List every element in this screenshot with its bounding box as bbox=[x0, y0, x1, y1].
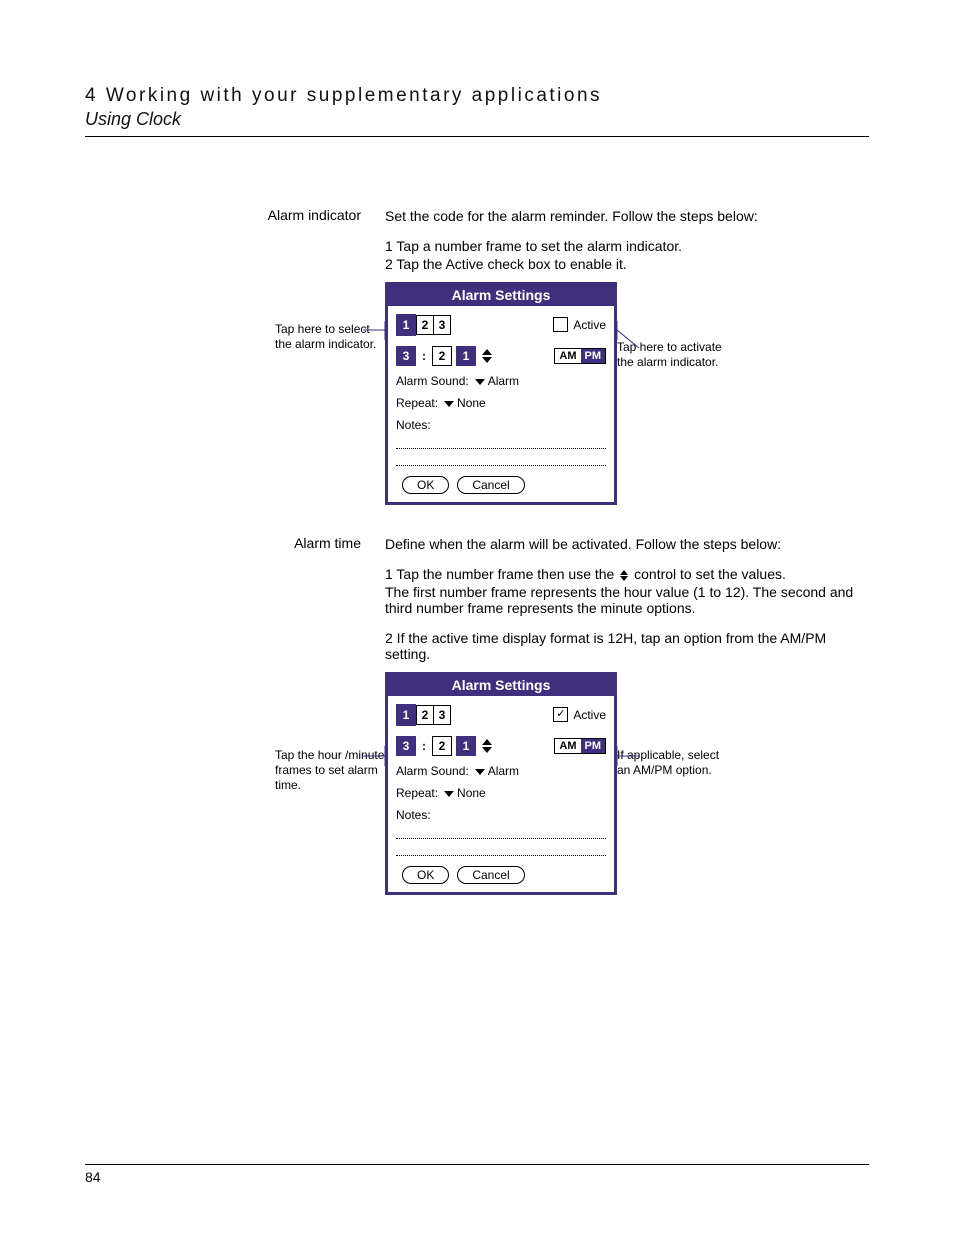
sound-label: Alarm Sound: bbox=[396, 374, 469, 388]
am-option[interactable]: AM bbox=[555, 739, 580, 753]
active-checkbox[interactable]: ✓ bbox=[553, 707, 568, 722]
am-option[interactable]: AM bbox=[555, 349, 580, 363]
indicator-3[interactable]: 3 bbox=[433, 315, 451, 335]
time-colon: : bbox=[420, 739, 428, 753]
ampm-toggle[interactable]: AM PM bbox=[554, 348, 606, 364]
chevron-down-icon bbox=[482, 357, 492, 363]
time-spinner[interactable] bbox=[482, 349, 492, 363]
term-alarm-indicator: Alarm indicator bbox=[85, 207, 385, 223]
repeat-dropdown[interactable]: None bbox=[444, 786, 486, 800]
notes-line[interactable] bbox=[396, 828, 606, 839]
minute-box-2[interactable]: 1 bbox=[456, 346, 476, 366]
alarm-settings-panel: Alarm Settings 1 2 3 ✓ Active 3 : bbox=[385, 672, 617, 895]
chevron-down-icon bbox=[444, 791, 454, 797]
step-text: 1 Tap the number frame then use the cont… bbox=[385, 566, 869, 582]
sound-dropdown[interactable]: Alarm bbox=[475, 374, 519, 388]
ampm-toggle[interactable]: AM PM bbox=[554, 738, 606, 754]
desc-alarm-time: Define when the alarm will be activated.… bbox=[385, 535, 869, 554]
desc-alarm-indicator: Set the code for the alarm reminder. Fol… bbox=[385, 207, 869, 226]
pm-option[interactable]: PM bbox=[581, 349, 606, 363]
repeat-value: None bbox=[457, 396, 486, 410]
active-label: Active bbox=[573, 318, 606, 332]
ok-button[interactable]: OK bbox=[402, 866, 449, 884]
indicator-2[interactable]: 2 bbox=[416, 315, 434, 335]
notes-line[interactable] bbox=[396, 438, 606, 449]
indicator-1[interactable]: 1 bbox=[396, 704, 416, 726]
step-text: 2 If the active time display format is 1… bbox=[385, 630, 869, 662]
step-text: The first number frame represents the ho… bbox=[385, 584, 869, 616]
chevron-down-icon bbox=[475, 379, 485, 385]
notes-label: Notes: bbox=[396, 418, 431, 432]
minute-box-2[interactable]: 1 bbox=[456, 736, 476, 756]
page-header: 4 Working with your supplementary applic… bbox=[85, 85, 869, 137]
pm-option[interactable]: PM bbox=[581, 739, 606, 753]
hour-box[interactable]: 3 bbox=[396, 736, 416, 756]
chevron-up-icon bbox=[482, 349, 492, 355]
step-text-a: 1 Tap the number frame then use the bbox=[385, 566, 618, 582]
indicator-1[interactable]: 1 bbox=[396, 314, 416, 336]
cancel-button[interactable]: Cancel bbox=[457, 476, 524, 494]
indicator-2[interactable]: 2 bbox=[416, 705, 434, 725]
step-text-b: control to set the values. bbox=[634, 566, 786, 582]
chevron-down-icon bbox=[444, 401, 454, 407]
chevron-down-icon bbox=[482, 747, 492, 753]
alarm-settings-panel: Alarm Settings 1 2 3 Active 3 : bbox=[385, 282, 617, 505]
sound-value: Alarm bbox=[488, 374, 519, 388]
active-checkbox[interactable] bbox=[553, 317, 568, 332]
spinner-icon bbox=[620, 570, 628, 581]
panel-title: Alarm Settings bbox=[388, 675, 614, 696]
indicator-3[interactable]: 3 bbox=[433, 705, 451, 725]
term-alarm-time: Alarm time bbox=[85, 535, 385, 551]
section-title: Using Clock bbox=[85, 109, 869, 130]
sound-label: Alarm Sound: bbox=[396, 764, 469, 778]
time-colon: : bbox=[420, 349, 428, 363]
repeat-label: Repeat: bbox=[396, 396, 438, 410]
minute-box-1[interactable]: 2 bbox=[432, 346, 452, 366]
panel-title: Alarm Settings bbox=[388, 285, 614, 306]
minute-box-1[interactable]: 2 bbox=[432, 736, 452, 756]
chapter-title: 4 Working with your supplementary applic… bbox=[85, 85, 869, 107]
step-text: 2 Tap the Active check box to enable it. bbox=[385, 256, 869, 272]
chevron-up-icon bbox=[482, 739, 492, 745]
hour-box[interactable]: 3 bbox=[396, 346, 416, 366]
repeat-value: None bbox=[457, 786, 486, 800]
page-number: 84 bbox=[85, 1164, 869, 1185]
repeat-dropdown[interactable]: None bbox=[444, 396, 486, 410]
ok-button[interactable]: OK bbox=[402, 476, 449, 494]
notes-label: Notes: bbox=[396, 808, 431, 822]
sound-dropdown[interactable]: Alarm bbox=[475, 764, 519, 778]
active-label: Active bbox=[573, 708, 606, 722]
notes-line[interactable] bbox=[396, 455, 606, 466]
chevron-down-icon bbox=[475, 769, 485, 775]
time-spinner[interactable] bbox=[482, 739, 492, 753]
sound-value: Alarm bbox=[488, 764, 519, 778]
cancel-button[interactable]: Cancel bbox=[457, 866, 524, 884]
step-text: 1 Tap a number frame to set the alarm in… bbox=[385, 238, 869, 254]
notes-line[interactable] bbox=[396, 845, 606, 856]
repeat-label: Repeat: bbox=[396, 786, 438, 800]
